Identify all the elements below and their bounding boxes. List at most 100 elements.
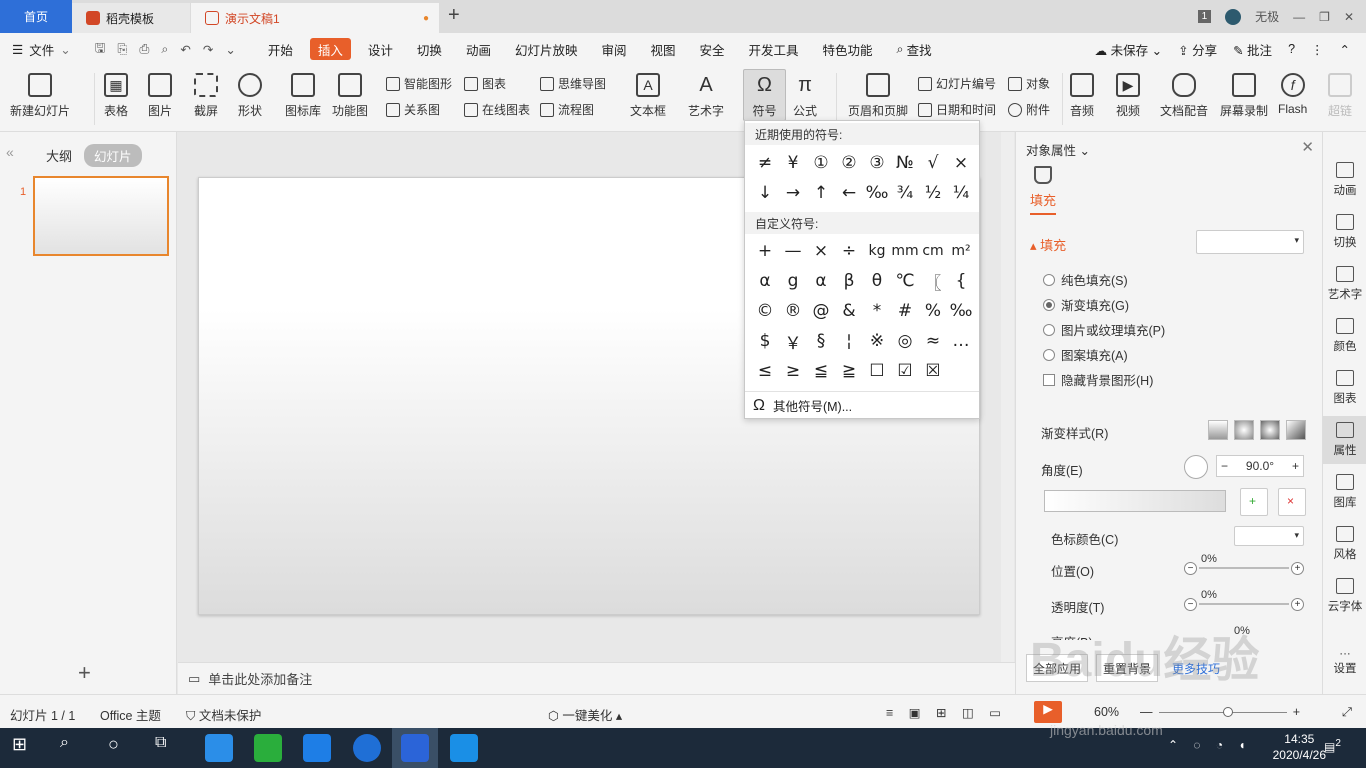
tab-view[interactable]: 视图 bbox=[638, 38, 687, 60]
symbol-cell[interactable]: ¾ bbox=[891, 178, 919, 208]
sidebar-item-animation[interactable]: 动画 bbox=[1323, 162, 1366, 198]
symbol-cell[interactable]: & bbox=[835, 296, 863, 326]
shape-button[interactable]: 形状 bbox=[238, 73, 262, 119]
flowchart-button[interactable]: 流程图 bbox=[540, 101, 594, 118]
symbol-cell[interactable]: ÷ bbox=[835, 236, 863, 266]
formula-button[interactable]: π 公式 bbox=[793, 73, 817, 119]
symbol-cell[interactable]: ↑ bbox=[807, 178, 835, 208]
sidebar-item-gallery[interactable]: 图库 bbox=[1323, 474, 1366, 510]
tab-security[interactable]: 安全 bbox=[688, 38, 737, 60]
tab-features[interactable]: 特色功能 bbox=[811, 38, 885, 60]
symbol-cell[interactable]: © bbox=[751, 296, 779, 326]
symbol-cell[interactable]: ￥ bbox=[779, 326, 807, 356]
symbol-cell[interactable]: ¥ bbox=[779, 148, 807, 178]
tab-daoke-template[interactable]: 稻壳模板 bbox=[72, 3, 190, 33]
screenshot-button[interactable]: 截屏 bbox=[194, 73, 218, 119]
plus-icon[interactable]: + bbox=[1292, 459, 1299, 473]
plus-icon[interactable]: + bbox=[1291, 597, 1304, 611]
play-slideshow-button[interactable]: ▶ bbox=[1034, 701, 1062, 723]
sidebar-item-color[interactable]: 颜色 bbox=[1323, 318, 1366, 354]
slider-track[interactable] bbox=[1199, 603, 1289, 605]
symbol-cell[interactable]: ½ bbox=[919, 178, 947, 208]
new-slide-button[interactable]: 新建幻灯片 bbox=[10, 73, 70, 119]
fill-section-header[interactable]: ▴ 填充 bbox=[1030, 235, 1066, 254]
task-view-icon[interactable]: ⧉ bbox=[155, 734, 183, 762]
sidebar-item-chart[interactable]: 图表 bbox=[1323, 370, 1366, 406]
redo-icon[interactable]: ↷ bbox=[203, 42, 213, 57]
minus-icon[interactable]: − bbox=[1221, 459, 1228, 473]
symbol-cell[interactable]: { bbox=[947, 266, 975, 296]
tab-review[interactable]: 审阅 bbox=[589, 38, 638, 60]
format-painter-icon[interactable]: ⎘ bbox=[117, 42, 127, 57]
doc-dub-button[interactable]: 文档配音 bbox=[1160, 73, 1208, 119]
table-button[interactable]: ▦ 表格 bbox=[104, 73, 128, 119]
more-options-icon[interactable]: ⋮ bbox=[1311, 42, 1324, 57]
close-icon[interactable]: ✕ bbox=[1301, 138, 1314, 156]
symbol-cell[interactable]: $ bbox=[751, 326, 779, 356]
symbol-cell[interactable]: № bbox=[891, 148, 919, 178]
radio-picture-fill[interactable]: 图片或纹理填充(P) bbox=[1043, 320, 1165, 339]
zoom-level[interactable]: 60% bbox=[1094, 705, 1119, 719]
tab-start[interactable]: 开始 bbox=[256, 38, 305, 60]
tab-fill[interactable]: 填充 bbox=[1030, 190, 1057, 215]
symbol-cell[interactable]: * bbox=[863, 296, 891, 326]
mindmap-button[interactable]: 思维导图 bbox=[540, 75, 606, 92]
header-footer-button[interactable]: 页眉和页脚 bbox=[848, 73, 908, 119]
symbol-cell[interactable]: √ bbox=[919, 148, 947, 178]
wps-taskbar-button[interactable] bbox=[392, 728, 438, 768]
vertical-scrollbar[interactable] bbox=[1001, 132, 1014, 662]
sidebar-item-properties[interactable]: 属性 bbox=[1323, 416, 1366, 464]
radio-pattern-fill[interactable]: 图案填充(A) bbox=[1043, 345, 1128, 364]
more-icon[interactable]: ⌄ bbox=[225, 42, 235, 57]
app-icon[interactable] bbox=[303, 734, 331, 762]
wordart-button[interactable]: A 艺术字 bbox=[688, 73, 724, 119]
window-count-badge[interactable]: 1 bbox=[1197, 10, 1212, 23]
symbol-cell[interactable]: ≦ bbox=[807, 356, 835, 386]
symbol-cell[interactable]: ☐ bbox=[863, 356, 891, 386]
share-button[interactable]: ⇪ 分享 bbox=[1178, 40, 1217, 59]
delete-stop-button[interactable]: × bbox=[1278, 488, 1306, 516]
print-preview-icon[interactable]: ⌕ bbox=[161, 42, 168, 57]
close-icon[interactable]: ✕ bbox=[1344, 10, 1354, 24]
symbol-cell[interactable]: + bbox=[751, 236, 779, 266]
sidebar-item-cloud-font[interactable]: 云字体 bbox=[1323, 578, 1366, 614]
add-slide-icon[interactable]: + bbox=[78, 660, 91, 686]
symbol-cell[interactable]: § bbox=[807, 326, 835, 356]
symbol-cell[interactable]: ® bbox=[779, 296, 807, 326]
symbol-cell[interactable]: — bbox=[779, 236, 807, 266]
symbol-cell[interactable]: ≈ bbox=[919, 326, 947, 356]
zoom-in-icon[interactable]: + bbox=[1293, 705, 1300, 719]
comment-button[interactable]: ✎ 批注 bbox=[1233, 40, 1272, 59]
gradient-style-linear[interactable] bbox=[1208, 420, 1228, 440]
symbol-cell[interactable]: ③ bbox=[863, 148, 891, 178]
gradient-bar[interactable] bbox=[1044, 490, 1226, 512]
print-icon[interactable]: ⎙ bbox=[139, 42, 149, 57]
symbol-cell[interactable]: ≥ bbox=[779, 356, 807, 386]
symbol-cell[interactable]: cm bbox=[919, 236, 947, 266]
audio-button[interactable]: 音频 bbox=[1070, 73, 1094, 119]
collapse-ribbon-icon[interactable]: ⌃ bbox=[1340, 42, 1350, 57]
plus-icon[interactable]: + bbox=[1291, 561, 1304, 575]
tab-insert[interactable]: 插入 bbox=[309, 38, 351, 60]
notification-icon[interactable]: ▤2 bbox=[1324, 738, 1352, 766]
symbol-cell[interactable]: ② bbox=[835, 148, 863, 178]
symbol-cell[interactable]: # bbox=[891, 296, 919, 326]
symbol-cell[interactable]: ≤ bbox=[751, 356, 779, 386]
flash-button[interactable]: f Flash bbox=[1278, 73, 1307, 116]
symbol-cell[interactable]: ℃ bbox=[891, 266, 919, 296]
textbox-button[interactable]: A 文本框 bbox=[630, 73, 666, 119]
browser-icon[interactable] bbox=[353, 734, 381, 762]
angle-dial[interactable] bbox=[1184, 455, 1208, 479]
symbol-cell[interactable]: α bbox=[807, 266, 835, 296]
slide-thumbnail[interactable] bbox=[33, 176, 169, 256]
gradient-style-path[interactable] bbox=[1286, 420, 1306, 440]
symbol-cell[interactable]: ◎ bbox=[891, 326, 919, 356]
undo-icon[interactable]: ↶ bbox=[180, 42, 190, 57]
collapse-panel-icon[interactable]: « bbox=[6, 144, 14, 160]
reset-background-button[interactable]: 重置背景 bbox=[1096, 654, 1159, 682]
tab-slides[interactable]: 幻灯片 bbox=[84, 144, 142, 167]
symbol-cell[interactable]: ¼ bbox=[947, 178, 975, 208]
slider-track[interactable] bbox=[1199, 567, 1289, 569]
symbol-cell[interactable]: × bbox=[807, 236, 835, 266]
tab-developer[interactable]: 开发工具 bbox=[737, 38, 811, 60]
